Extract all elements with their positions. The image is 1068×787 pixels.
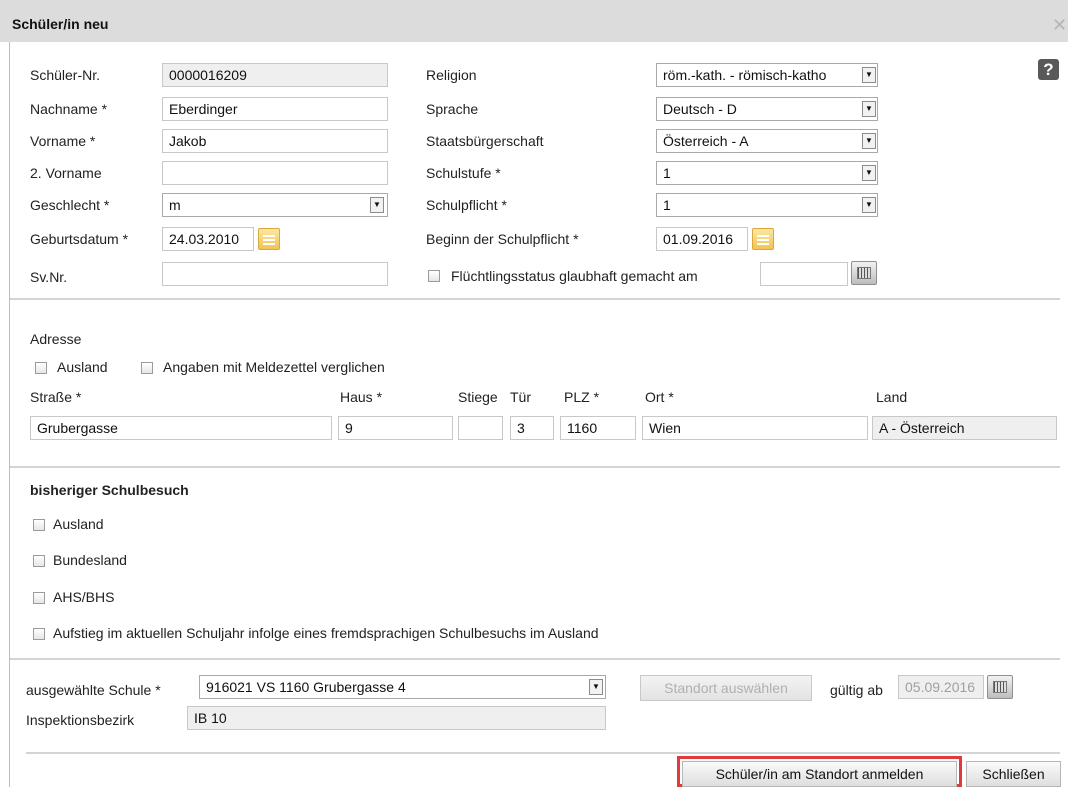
schulbesuch-heading: bisheriger Schulbesuch <box>30 482 189 498</box>
chevron-down-icon[interactable]: ▼ <box>862 197 876 213</box>
dialog-left-border <box>9 42 10 787</box>
geschlecht-select[interactable]: m <box>162 193 388 217</box>
standort-auswaehlen-button[interactable]: Standort auswählen <box>640 675 812 701</box>
sprache-label: Sprache <box>426 101 479 117</box>
strasse-label: Straße * <box>30 389 82 405</box>
schulstufe-label: Schulstufe * <box>426 165 501 181</box>
ort-label: Ort * <box>645 389 674 405</box>
schule-select[interactable]: 916021 VS 1160 Grubergasse 4 <box>199 675 606 699</box>
geschlecht-label: Geschlecht * <box>30 197 110 213</box>
land-label: Land <box>876 389 908 405</box>
chevron-down-icon[interactable]: ▼ <box>862 67 876 83</box>
land-field: A - Österreich <box>872 416 1057 440</box>
svnr-label: Sv.Nr. <box>30 269 68 285</box>
stiege-label: Stiege <box>458 389 498 405</box>
geschlecht-value: m <box>169 197 181 213</box>
schulbesuch-ahsbhs-label: AHS/BHS <box>53 589 115 605</box>
plz-label: PLZ * <box>564 389 600 405</box>
schueler-nr-label: Schüler-Nr. <box>30 67 101 83</box>
schulbesuch-ausland-label: Ausland <box>53 516 104 532</box>
schulbesuch-aufstieg-checkbox[interactable] <box>33 628 45 640</box>
schule-label: ausgewählte Schule * <box>26 682 161 698</box>
schulstufe-value: 1 <box>663 165 671 181</box>
schulbesuch-ausland-checkbox[interactable] <box>33 519 45 531</box>
schulstufe-select[interactable]: 1 <box>656 161 878 185</box>
calendar-icon[interactable] <box>851 261 877 285</box>
section-divider <box>10 466 1060 468</box>
sprache-value: Deutsch - D <box>663 101 737 117</box>
staatsbuergerschaft-value: Österreich - A <box>663 133 749 149</box>
vorname2-input[interactable] <box>162 161 388 185</box>
schulpflicht-select[interactable]: 1 <box>656 193 878 217</box>
stiege-input[interactable] <box>458 416 503 440</box>
svnr-input[interactable] <box>162 262 388 286</box>
religion-select[interactable]: röm.-kath. - römisch-katho <box>656 63 878 87</box>
footer-divider <box>26 752 1060 754</box>
vorname-input[interactable]: Jakob <box>162 129 388 153</box>
inspektionsbezirk-field: IB 10 <box>187 706 606 730</box>
gueltig-ab-input[interactable]: 05.09.2016 <box>898 675 984 699</box>
gueltig-ab-label: gültig ab <box>830 682 883 698</box>
beginn-schulpflicht-label: Beginn der Schulpflicht * <box>426 231 579 247</box>
geburtsdatum-label: Geburtsdatum * <box>30 231 129 247</box>
haus-label: Haus * <box>340 389 383 405</box>
section-divider <box>10 298 1060 300</box>
religion-value: röm.-kath. - römisch-katho <box>663 67 827 83</box>
adresse-heading: Adresse <box>30 331 82 347</box>
schueler-nr-field: 0000016209 <box>162 63 388 87</box>
haus-input[interactable]: 9 <box>338 416 453 440</box>
schulpflicht-value: 1 <box>663 197 671 213</box>
schueler-anmelden-button[interactable]: Schüler/in am Standort anmelden <box>682 761 957 787</box>
calendar-icon[interactable] <box>987 675 1013 699</box>
beginn-schulpflicht-input[interactable]: 01.09.2016 <box>656 227 748 251</box>
tuer-input[interactable]: 3 <box>510 416 554 440</box>
nachname-input[interactable]: Eberdinger <box>162 97 388 121</box>
fluechtlingsstatus-date-input[interactable] <box>760 262 848 286</box>
help-icon[interactable]: ? <box>1038 59 1059 80</box>
strasse-input[interactable]: Grubergasse <box>30 416 332 440</box>
inspektionsbezirk-label: Inspektionsbezirk <box>26 712 135 728</box>
schliessen-button[interactable]: Schließen <box>966 761 1061 787</box>
staatsbuergerschaft-select[interactable]: Österreich - A <box>656 129 878 153</box>
chevron-down-icon[interactable]: ▼ <box>589 679 603 695</box>
ort-input[interactable]: Wien <box>642 416 868 440</box>
vorname-label: Vorname * <box>30 133 96 149</box>
chevron-down-icon[interactable]: ▼ <box>862 133 876 149</box>
close-icon[interactable]: ✕ <box>1052 16 1068 34</box>
plz-input[interactable]: 1160 <box>560 416 636 440</box>
calendar-icon[interactable] <box>258 228 280 250</box>
nachname-label: Nachname * <box>30 101 108 117</box>
chevron-down-icon[interactable]: ▼ <box>862 101 876 117</box>
schulbesuch-ahsbhs-checkbox[interactable] <box>33 592 45 604</box>
religion-label: Religion <box>426 67 477 83</box>
schulbesuch-bundesland-label: Bundesland <box>53 552 127 568</box>
dialog-titlebar <box>0 0 1068 42</box>
calendar-icon[interactable] <box>752 228 774 250</box>
schulbesuch-aufstieg-label: Aufstieg im aktuellen Schuljahr infolge … <box>53 625 599 641</box>
meldezettel-label: Angaben mit Meldezettel verglichen <box>163 359 385 375</box>
chevron-down-icon[interactable]: ▼ <box>862 165 876 181</box>
schule-value: 916021 VS 1160 Grubergasse 4 <box>206 679 406 695</box>
tuer-label: Tür <box>510 389 531 405</box>
sprache-select[interactable]: Deutsch - D <box>656 97 878 121</box>
ausland-checkbox[interactable] <box>35 362 47 374</box>
ausland-label: Ausland <box>57 359 108 375</box>
schulbesuch-bundesland-checkbox[interactable] <box>33 555 45 567</box>
dialog-title: Schüler/in neu <box>12 16 109 32</box>
chevron-down-icon[interactable]: ▼ <box>370 197 384 213</box>
section-divider <box>10 658 1060 660</box>
vorname2-label: 2. Vorname <box>30 165 102 181</box>
schulpflicht-label: Schulpflicht * <box>426 197 507 213</box>
geburtsdatum-input[interactable]: 24.03.2010 <box>162 227 254 251</box>
fluechtlingsstatus-checkbox[interactable] <box>428 270 440 282</box>
staatsbuergerschaft-label: Staatsbürgerschaft <box>426 133 544 149</box>
fluechtlingsstatus-label: Flüchtlingsstatus glaubhaft gemacht am <box>451 268 698 284</box>
meldezettel-checkbox[interactable] <box>141 362 153 374</box>
